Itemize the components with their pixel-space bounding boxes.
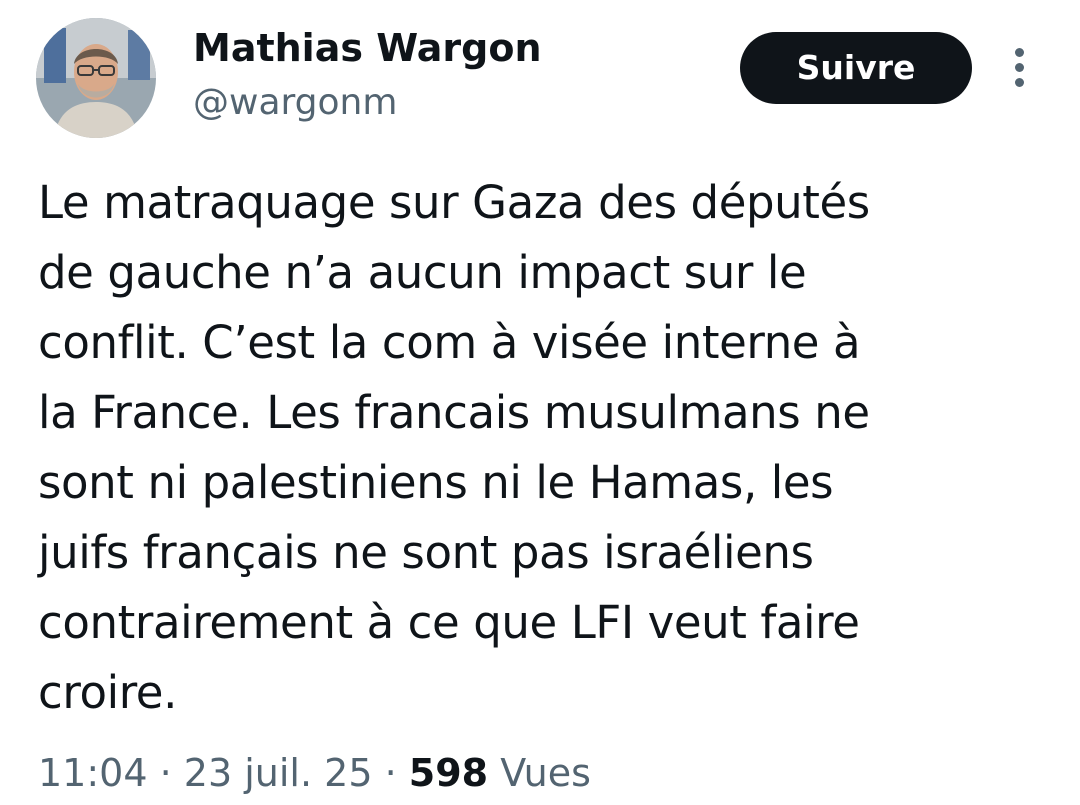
tweet-text-line: la France. Les francais musulmans ne [38,386,870,439]
avatar[interactable] [36,18,156,138]
profile-photo-icon [36,18,156,138]
tweet-text-line: juifs français ne sont pas israéliens [38,526,814,579]
separator: · [384,751,397,795]
tweet-text-line: croire. [38,666,177,719]
author-handle[interactable]: @wargonm [193,80,397,126]
more-vertical-icon [1015,48,1024,57]
author-display-name[interactable]: Mathias Wargon [193,24,542,72]
tweet-text-line: Le matraquage sur Gaza des députés [38,176,870,229]
views-count: 598 [408,751,489,795]
more-options-button[interactable] [1000,42,1038,92]
tweet-date[interactable]: 23 juil. 25 [184,751,373,795]
tweet-metadata: 11:04 · 23 juil. 25 · 598 Vues [38,748,591,798]
tweet-text-line: conflit. C’est la com à visée interne à [38,316,861,369]
separator: · [159,751,172,795]
tweet-text-line: sont ni palestiniens ni le Hamas, les [38,456,834,509]
tweet-text: Le matraquage sur Gaza des députés de ga… [38,168,1048,728]
tweet-text-line: de gauche n’a aucun impact sur le [38,246,807,299]
views-label: Vues [500,751,591,795]
follow-button[interactable]: Suivre [740,32,972,104]
tweet-text-line: contrairement à ce que LFI veut faire [38,596,860,649]
tweet-time[interactable]: 11:04 [38,751,148,795]
